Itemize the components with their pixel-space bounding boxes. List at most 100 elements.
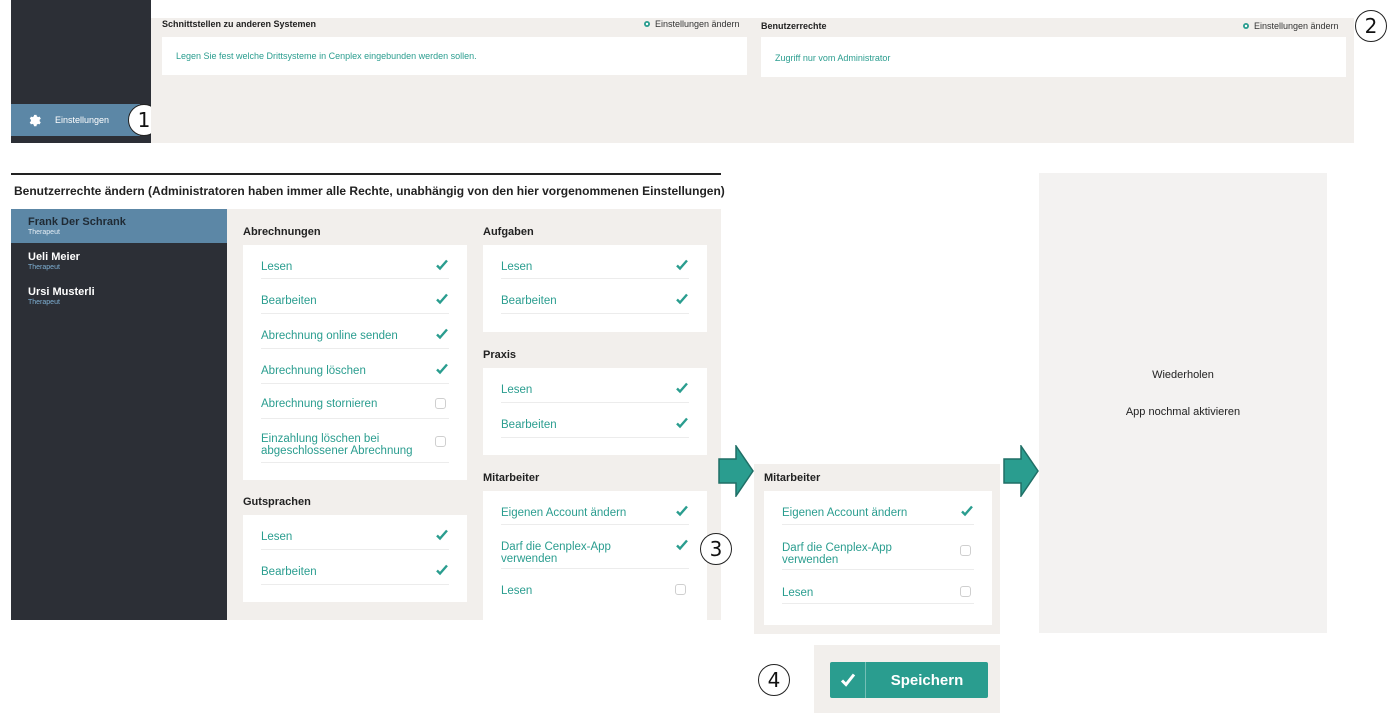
permissions-heading: Benutzerrechte ändern (Administratoren h…: [14, 184, 725, 198]
permission-row[interactable]: Bearbeiten: [501, 279, 689, 314]
interfaces-description: Legen Sie fest welche Drittsysteme in Ce…: [176, 51, 477, 61]
group-title-gutsprachen: Gutsprachen: [243, 496, 311, 508]
retry-link[interactable]: Wiederholen: [1039, 369, 1327, 381]
permission-row[interactable]: Bearbeiten: [501, 403, 689, 438]
checkbox[interactable]: [960, 586, 971, 597]
permission-label: Lesen: [261, 261, 293, 273]
permission-label: Bearbeiten: [501, 295, 557, 307]
permission-row[interactable]: Lesen: [501, 569, 689, 603]
checkbox[interactable]: [675, 584, 686, 595]
user-role: Therapeut: [28, 229, 60, 236]
interfaces-edit-label: Einstellungen ändern: [655, 19, 740, 29]
user-item[interactable]: Ursi Musterli Therapeut: [11, 279, 227, 313]
interfaces-card: Legen Sie fest welche Drittsysteme in Ce…: [162, 37, 747, 75]
zoom-group-card: Eigenen Account ändern Darf die Cenplex-…: [764, 491, 992, 625]
permission-label: Darf die Cenplex-App: [782, 542, 892, 554]
zoom-group-title: Mitarbeiter: [764, 472, 821, 484]
permission-label: Eigenen Account ändern: [782, 507, 908, 519]
user-list: Frank Der Schrank Therapeut Ueli Meier T…: [11, 209, 227, 620]
permission-label: Abrechnung stornieren: [261, 398, 378, 410]
checkmark-icon[interactable]: [435, 563, 449, 577]
user-item[interactable]: Frank Der Schrank Therapeut: [11, 209, 227, 243]
group-card-abrechnungen: Lesen Bearbeiten Abrechnung online sende…: [243, 245, 467, 480]
permission-row[interactable]: Bearbeiten: [261, 279, 449, 314]
permission-label: verwenden: [501, 553, 558, 565]
checkmark-icon[interactable]: [435, 292, 449, 306]
permission-label: Bearbeiten: [261, 295, 317, 307]
permission-row[interactable]: Lesen: [501, 245, 689, 279]
permission-row[interactable]: Einzahlung löschen bei abgeschlossener A…: [261, 419, 449, 463]
checkmark-icon[interactable]: [435, 327, 449, 341]
permission-row[interactable]: Darf die Cenplex-App verwenden: [501, 525, 689, 569]
permission-row[interactable]: Abrechnung löschen: [261, 349, 449, 384]
rights-edit-label: Einstellungen ändern: [1254, 21, 1339, 31]
checkbox[interactable]: [960, 545, 971, 556]
group-card-mitarbeiter: Eigenen Account ändern Darf die Cenplex-…: [483, 491, 707, 620]
permission-row[interactable]: Eigenen Account ändern: [501, 491, 689, 525]
checkmark-icon[interactable]: [435, 362, 449, 376]
permission-label: Lesen: [261, 531, 293, 543]
checkmark-icon[interactable]: [675, 416, 689, 430]
group-card-gutsprachen: Lesen Bearbeiten: [243, 515, 467, 602]
permission-label: Darf die Cenplex-App: [501, 541, 611, 553]
group-title-praxis: Praxis: [483, 349, 517, 361]
gear-icon: [29, 114, 41, 126]
checkmark-icon[interactable]: [675, 504, 689, 518]
checkmark-icon[interactable]: [675, 538, 689, 552]
permission-label: abgeschlossener Abrechnung: [261, 445, 413, 457]
group-card-aufgaben: Lesen Bearbeiten: [483, 245, 707, 332]
permission-row[interactable]: Lesen: [261, 515, 449, 550]
permission-label: Lesen: [782, 587, 814, 599]
permission-row[interactable]: Lesen: [501, 368, 689, 403]
permission-row[interactable]: Lesen: [782, 570, 974, 604]
permission-label: Bearbeiten: [501, 419, 557, 431]
user-name: Ueli Meier: [28, 251, 80, 263]
group-title-abrechnungen: Abrechnungen: [243, 226, 321, 238]
permission-row[interactable]: Abrechnung stornieren: [261, 384, 449, 419]
rights-description: Zugriff nur vom Administrator: [775, 53, 891, 63]
user-name: Ursi Musterli: [28, 286, 95, 298]
permission-label: Lesen: [501, 261, 533, 273]
save-button-label: Speichern: [890, 671, 964, 689]
group-title-aufgaben: Aufgaben: [483, 226, 534, 238]
checkbox[interactable]: [435, 436, 446, 447]
arrow-right-icon: [718, 445, 754, 497]
checkmark-icon[interactable]: [435, 528, 449, 542]
interfaces-panel-title: Schnittstellen zu anderen Systemen: [162, 19, 317, 29]
rights-panel-title: Benutzerrechte: [761, 21, 827, 31]
user-name: Frank Der Schrank: [28, 216, 126, 228]
arrow-right-icon: [1003, 445, 1039, 497]
checkmark-icon[interactable]: [435, 258, 449, 272]
permission-label: Abrechnung online senden: [261, 330, 398, 342]
group-title-mitarbeiter: Mitarbeiter: [483, 472, 540, 484]
save-button[interactable]: Speichern: [830, 662, 988, 698]
checkmark-icon[interactable]: [675, 381, 689, 395]
rights-card: Zugriff nur vom Administrator: [761, 37, 1346, 77]
permission-label: Eigenen Account ändern: [501, 507, 627, 519]
gear-icon: [644, 21, 650, 27]
permission-row[interactable]: Darf die Cenplex-App verwenden: [782, 525, 974, 570]
checkmark-icon[interactable]: [960, 504, 974, 518]
checkmark-icon[interactable]: [675, 258, 689, 272]
interfaces-edit-link[interactable]: Einstellungen ändern: [643, 19, 740, 29]
checkmark-icon[interactable]: [675, 292, 689, 306]
permission-label: Lesen: [501, 384, 533, 396]
user-item[interactable]: Ueli Meier Therapeut: [11, 244, 227, 278]
permission-label: Einzahlung löschen bei: [261, 433, 380, 445]
permission-row[interactable]: Abrechnung online senden: [261, 314, 449, 349]
permission-row[interactable]: Bearbeiten: [261, 550, 449, 585]
callout-4: 4: [758, 664, 790, 696]
callout-3: 3: [700, 533, 732, 565]
checkbox[interactable]: [435, 398, 446, 409]
permission-label: Lesen: [501, 585, 533, 597]
permission-label: verwenden: [782, 554, 839, 566]
rights-edit-link[interactable]: Einstellungen ändern: [1242, 21, 1339, 31]
settings-nav-item[interactable]: Einstellungen: [11, 104, 140, 136]
permission-row[interactable]: Eigenen Account ändern: [782, 491, 974, 525]
reactivate-app-link[interactable]: App nochmal aktivieren: [1039, 406, 1327, 418]
callout-2: 2: [1355, 10, 1387, 42]
permission-row[interactable]: Lesen: [261, 245, 449, 279]
permission-label: Abrechnung löschen: [261, 365, 366, 377]
gear-icon: [1243, 23, 1249, 29]
user-role: Therapeut: [28, 299, 60, 306]
